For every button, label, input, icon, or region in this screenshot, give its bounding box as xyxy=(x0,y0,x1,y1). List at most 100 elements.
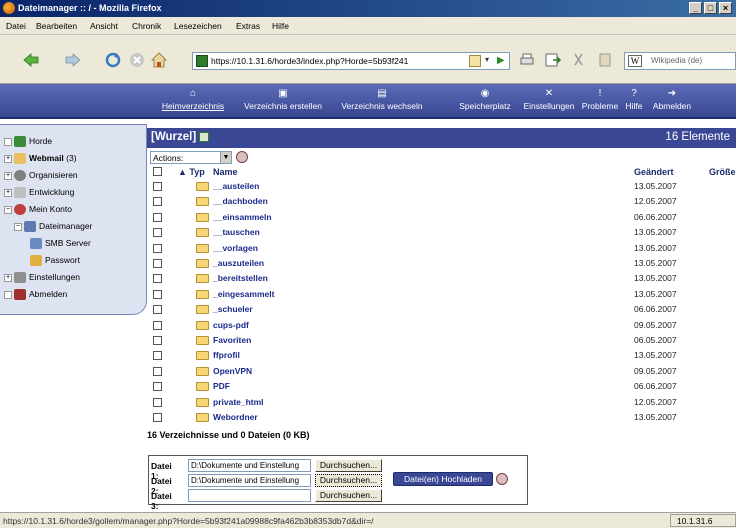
table-row[interactable]: PDF 06.06.2007 xyxy=(147,379,736,394)
row-checkbox[interactable] xyxy=(153,382,162,391)
column-type[interactable]: ▲ Typ xyxy=(178,167,205,177)
url-text[interactable]: https://10.1.31.6/horde3/index.php?Horde… xyxy=(211,56,408,66)
tree-expander[interactable] xyxy=(4,290,12,299)
refresh-icon[interactable] xyxy=(199,131,210,142)
sidebar-item-organisieren[interactable]: + Organisieren xyxy=(4,170,78,182)
tree-expander[interactable]: − xyxy=(4,205,12,214)
file-name[interactable]: _schueler xyxy=(213,304,253,314)
row-checkbox[interactable] xyxy=(153,305,162,314)
reload-icon[interactable] xyxy=(104,51,122,69)
forward-icon[interactable] xyxy=(64,51,82,69)
file-input[interactable]: D:\Dokumente und Einstellung xyxy=(188,459,311,472)
row-checkbox[interactable] xyxy=(153,213,162,222)
search-input[interactable]: Wikipedia (de) xyxy=(651,56,702,65)
tree-expander[interactable]: + xyxy=(4,273,12,282)
menu-extras[interactable]: Extras xyxy=(236,21,260,31)
file-name[interactable]: cups-pdf xyxy=(213,320,249,330)
select-all-checkbox[interactable] xyxy=(153,167,162,176)
table-row[interactable]: Favoriten 06.05.2007 xyxy=(147,333,736,348)
table-row[interactable]: OpenVPN 09.05.2007 xyxy=(147,364,736,379)
browse-button[interactable]: Durchsuchen... xyxy=(315,459,382,472)
url-bar[interactable]: https://10.1.31.6/horde3/index.php?Horde… xyxy=(192,52,510,70)
table-row[interactable]: _schueler 06.06.2007 xyxy=(147,302,736,317)
sidebar-item-mein-konto[interactable]: − Mein Konto xyxy=(4,204,72,216)
maximize-button[interactable]: □ xyxy=(704,2,717,14)
sidebar-item-smb-server[interactable]: SMB Server xyxy=(30,238,91,250)
column-size[interactable]: Größe xyxy=(709,167,736,177)
row-checkbox[interactable] xyxy=(153,244,162,253)
close-button[interactable]: × xyxy=(719,2,732,14)
sidebar-item-passwort[interactable]: Passwort xyxy=(30,255,80,267)
tree-expander[interactable]: + xyxy=(4,171,12,180)
browse-button[interactable]: Durchsuchen... xyxy=(315,474,382,487)
nav-abmelden[interactable]: ➜ Abmelden xyxy=(647,88,697,111)
row-checkbox[interactable] xyxy=(153,259,162,268)
table-row[interactable]: __tauschen 13.05.2007 xyxy=(147,225,736,240)
nav-einstellungen[interactable]: ✕ Einstellungen xyxy=(520,88,578,111)
table-row[interactable]: Webordner 13.05.2007 xyxy=(147,410,736,425)
column-modified[interactable]: Geändert xyxy=(634,167,674,177)
file-name[interactable]: __tauschen xyxy=(213,227,260,237)
file-name[interactable]: private_html xyxy=(213,397,264,407)
table-row[interactable]: _auszuteilen 13.05.2007 xyxy=(147,256,736,271)
row-checkbox[interactable] xyxy=(153,321,162,330)
row-checkbox[interactable] xyxy=(153,351,162,360)
file-name[interactable]: __dachboden xyxy=(213,196,268,206)
nav-speicherplatz[interactable]: ◉ Speicherplatz xyxy=(454,88,516,111)
table-row[interactable]: __vorlagen 13.05.2007 xyxy=(147,241,736,256)
file-name[interactable]: __einsammeln xyxy=(213,212,272,222)
row-checkbox[interactable] xyxy=(153,274,162,283)
help-icon[interactable] xyxy=(236,151,248,163)
breadcrumb-root[interactable]: [Wurzel] xyxy=(151,131,196,143)
file-name[interactable]: _auszuteilen xyxy=(213,258,264,268)
tree-expander[interactable]: − xyxy=(14,222,22,231)
sidebar-item-entwicklung[interactable]: + Entwicklung xyxy=(4,187,74,199)
tree-expander[interactable] xyxy=(4,137,12,146)
row-checkbox[interactable] xyxy=(153,197,162,206)
cut-icon[interactable] xyxy=(570,51,588,69)
home-icon[interactable] xyxy=(150,51,168,69)
menu-chronik[interactable]: Chronik xyxy=(132,21,161,31)
nav-verzeichnis-wechseln[interactable]: ▤ Verzeichnis wechseln xyxy=(334,88,430,111)
column-name[interactable]: Name xyxy=(213,167,238,177)
row-checkbox[interactable] xyxy=(153,398,162,407)
search-box[interactable]: W Wikipedia (de) xyxy=(624,52,736,70)
sidebar-item-webmail[interactable]: + Webmail (3) xyxy=(4,153,77,165)
sidebar-item-abmelden[interactable]: Abmelden xyxy=(4,289,67,301)
sidebar-item-einstellungen[interactable]: + Einstellungen xyxy=(4,272,80,284)
table-row[interactable]: __einsammeln 06.06.2007 xyxy=(147,210,736,225)
print-icon[interactable] xyxy=(518,51,536,69)
table-row[interactable]: ffprofil 13.05.2007 xyxy=(147,348,736,363)
nav-verzeichnis-erstellen[interactable]: ▣ Verzeichnis erstellen xyxy=(236,88,330,111)
chevron-down-icon[interactable]: ▼ xyxy=(220,152,231,163)
tree-expander[interactable]: + xyxy=(4,154,12,163)
table-row[interactable]: private_html 12.05.2007 xyxy=(147,395,736,410)
file-name[interactable]: PDF xyxy=(213,381,230,391)
file-name[interactable]: Webordner xyxy=(213,412,258,422)
menu-ansicht[interactable]: Ansicht xyxy=(90,21,118,31)
tree-expander[interactable]: + xyxy=(4,188,12,197)
actions-select[interactable]: Actions: ▼ xyxy=(150,151,232,164)
file-input[interactable]: D:\Dokumente und Einstellung xyxy=(188,474,311,487)
row-checkbox[interactable] xyxy=(153,336,162,345)
file-name[interactable]: __austeilen xyxy=(213,181,259,191)
table-row[interactable]: __dachboden 12.05.2007 xyxy=(147,194,736,209)
row-checkbox[interactable] xyxy=(153,413,162,422)
help-icon[interactable] xyxy=(496,473,508,485)
file-name[interactable]: OpenVPN xyxy=(213,366,252,376)
row-checkbox[interactable] xyxy=(153,290,162,299)
row-checkbox[interactable] xyxy=(153,367,162,376)
table-row[interactable]: _bereitstellen 13.05.2007 xyxy=(147,271,736,286)
file-name[interactable]: ffprofil xyxy=(213,350,240,360)
breadcrumb[interactable]: [Wurzel] xyxy=(151,131,210,143)
back-icon[interactable] xyxy=(22,51,40,69)
menu-bearbeiten[interactable]: Bearbeiten xyxy=(36,21,77,31)
menu-hilfe[interactable]: Hilfe xyxy=(272,21,289,31)
sidebar-item-dateimanager[interactable]: − Dateimanager xyxy=(14,221,92,233)
nav-probleme[interactable]: ! Probleme xyxy=(580,88,620,111)
stop-icon[interactable] xyxy=(128,51,146,69)
table-row[interactable]: cups-pdf 09.05.2007 xyxy=(147,318,736,333)
file-name[interactable]: Favoriten xyxy=(213,335,251,345)
nav-heimverzeichnis[interactable]: ⌂ Heimverzeichnis xyxy=(153,88,233,111)
menu-datei[interactable]: Datei xyxy=(6,21,26,31)
